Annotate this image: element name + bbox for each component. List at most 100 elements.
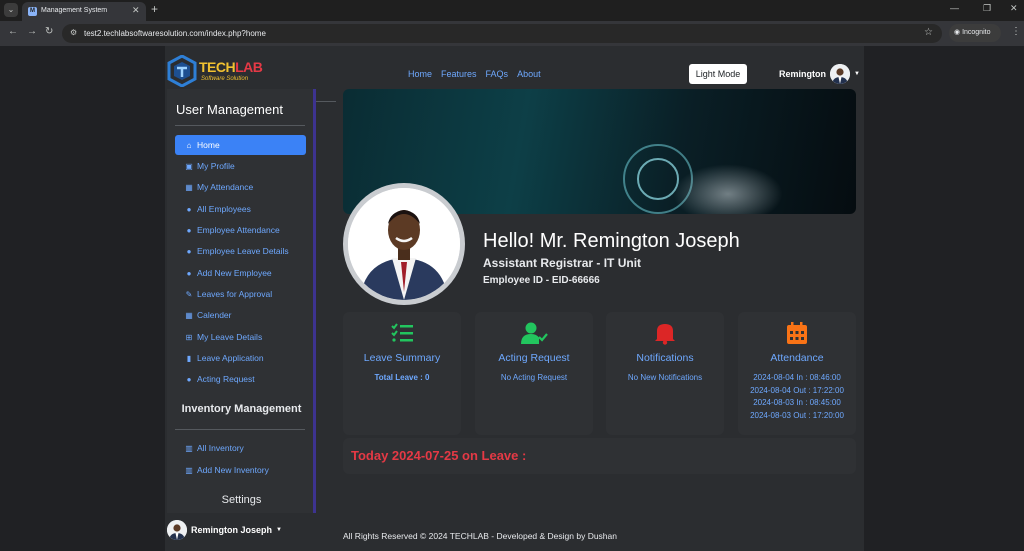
techlab-logo[interactable]: TECHLAB Software Solution — [167, 55, 263, 88]
address-bar[interactable]: ⚙ test2.techlabsoftwaresolution.com/inde… — [62, 24, 942, 43]
bell-icon — [655, 324, 675, 345]
sidebar-item-label: Calender — [197, 310, 232, 320]
attendance-entry: 2024-08-04 In : 08:46:00 — [753, 373, 841, 382]
browser-menu-icon[interactable]: ⋮ — [1011, 26, 1021, 37]
logo-tagline: Software Solution — [201, 76, 249, 82]
sidebar-item-my-leave-details[interactable]: ⊞ My Leave Details — [175, 327, 306, 347]
card-text: No Acting Request — [500, 373, 568, 382]
tab-search-button[interactable]: ⌄ — [4, 3, 18, 17]
banner-decoration — [673, 164, 783, 214]
card-title: Acting Request — [498, 352, 570, 364]
chevron-down-icon: ▼ — [276, 527, 282, 533]
incognito-icon: ◉ — [954, 29, 961, 36]
building-icon: ▥ — [185, 443, 193, 453]
sidebar-item-label: Acting Request — [197, 374, 255, 384]
greeting-heading: Hello! Mr. Remington Joseph — [483, 230, 740, 252]
card-title: Notifications — [636, 352, 694, 364]
sidebar-item-home[interactable]: ⌂ Home — [175, 135, 306, 155]
card-text: 2024-08-04 In : 08:46:00 2024-08-04 Out … — [738, 372, 856, 422]
incognito-label: Incognito — [962, 29, 991, 36]
restore-icon[interactable]: ❐ — [983, 3, 991, 14]
new-tab-button[interactable]: + — [151, 2, 158, 16]
notifications-card[interactable]: Notifications No New Notifications — [606, 312, 724, 435]
sidebar-divider — [175, 125, 305, 126]
user-name: Remington — [779, 69, 826, 79]
sidebar-user-name: Remington Joseph — [191, 525, 273, 535]
browser-tabstrip: ⌄ M Management System ✕ + — ❐ ✕ — [0, 0, 1024, 21]
file-icon: ▮ — [186, 353, 192, 363]
browser-tab[interactable]: M Management System ✕ — [22, 2, 146, 21]
attendance-card[interactable]: Attendance 2024-08-04 In : 08:46:00 2024… — [738, 312, 856, 435]
avatar — [830, 64, 850, 84]
sidebar-item-employee-attendance[interactable]: ● Employee Attendance — [175, 220, 306, 240]
id-card-icon: ▣ — [185, 161, 193, 171]
logo-accent-text: LAB — [235, 59, 263, 75]
home-icon: ⌂ — [186, 140, 192, 150]
nav-links: Home Features FAQs About — [408, 69, 541, 79]
sidebar-item-all-inventory[interactable]: ▥ All Inventory — [175, 438, 306, 458]
acting-request-card[interactable]: Acting Request No Acting Request — [475, 312, 593, 435]
sidebar-item-label: My Profile — [197, 161, 235, 171]
user-check-icon — [521, 322, 548, 344]
sidebar-item-all-employees[interactable]: ● All Employees — [175, 199, 306, 219]
sidebar-item-leave-application[interactable]: ▮ Leave Application — [175, 348, 306, 368]
avatar-image — [167, 520, 187, 540]
sidebar-item-label: Leaves for Approval — [197, 289, 273, 299]
sidebar-item-my-profile[interactable]: ▣ My Profile — [175, 156, 306, 176]
user-icon: ● — [186, 246, 192, 256]
sidebar-item-acting-request[interactable]: ● Acting Request — [175, 369, 306, 389]
sidebar-user-dropdown[interactable]: Remington Joseph ▼ — [167, 520, 282, 540]
attendance-entry: 2024-08-04 Out : 17:22:00 — [750, 385, 844, 395]
minimize-icon[interactable]: — — [950, 3, 959, 13]
attendance-entry: 2024-08-03 In : 08:45:00 — [753, 398, 841, 407]
sidebar-item-label: Home — [197, 140, 220, 150]
divider — [316, 101, 336, 102]
attendance-entry: 2024-08-03 Out : 17:20:00 — [750, 410, 844, 420]
nav-link-features[interactable]: Features — [441, 69, 477, 79]
file-edit-icon: ✎ — [185, 289, 193, 299]
card-text: No New Notifications — [627, 373, 703, 382]
sidebar-item-add-new-inventory[interactable]: ▥ Add New Inventory — [175, 460, 306, 480]
incognito-badge[interactable]: ◉ Incognito — [949, 24, 1001, 42]
tab-favicon-icon: M — [28, 7, 37, 16]
employee-id: Employee ID - EID-66666 — [483, 275, 600, 286]
back-icon[interactable]: ← — [8, 26, 18, 37]
avatar-image — [830, 64, 850, 84]
page: TECHLAB Software Solution Home Features … — [0, 46, 1024, 551]
position-title: Assistant Registrar - IT Unit — [483, 256, 642, 270]
user-dropdown[interactable]: Remington ▼ — [779, 62, 860, 86]
nav-link-about[interactable]: About — [517, 69, 541, 79]
sidebar-item-employee-leave-details[interactable]: ● Employee Leave Details — [175, 241, 306, 261]
window-close-icon[interactable]: ✕ — [1010, 3, 1018, 14]
nav-link-home[interactable]: Home — [408, 69, 432, 79]
browser-toolbar: ← → ↻ ⚙ test2.techlabsoftwaresolution.co… — [0, 21, 1024, 46]
site-info-icon[interactable]: ⚙ — [70, 28, 77, 37]
bookmark-star-icon[interactable]: ☆ — [924, 27, 933, 38]
sidebar-item-leaves-for-approval[interactable]: ✎ Leaves for Approval — [175, 284, 306, 304]
light-mode-button[interactable]: Light Mode — [689, 64, 747, 84]
leave-summary-card[interactable]: Leave Summary Total Leave : 0 — [343, 312, 461, 435]
reload-icon[interactable]: ↻ — [45, 26, 53, 37]
sidebar-divider — [175, 429, 305, 430]
sidebar-item-my-attendance[interactable]: ▦ My Attendance — [175, 177, 306, 197]
today-leave-panel: Today 2024-07-25 on Leave : — [343, 438, 856, 474]
sidebar-item-add-new-employee[interactable]: ● Add New Employee — [175, 263, 306, 283]
nav-link-faqs[interactable]: FAQs — [486, 69, 509, 79]
top-navbar: TECHLAB Software Solution Home Features … — [165, 46, 864, 89]
checklist-icon — [391, 323, 413, 342]
card-text: Total Leave : 0 — [374, 373, 430, 382]
url-text[interactable]: test2.techlabsoftwaresolution.com/index.… — [84, 29, 266, 38]
today-leave-heading: Today 2024-07-25 on Leave : — [351, 448, 527, 463]
logo-primary-text: TECH — [199, 59, 236, 75]
page-footer: All Rights Reserved © 2024 TECHLAB - Dev… — [343, 531, 617, 541]
forward-icon[interactable]: → — [27, 26, 37, 37]
sidebar-item-label: All Inventory — [197, 443, 244, 453]
tab-title: Management System — [41, 7, 108, 14]
settings-section-title: Settings — [221, 494, 262, 506]
user-gear-icon: ● — [186, 374, 192, 384]
chevron-down-icon: ▼ — [854, 71, 860, 77]
sidebar-item-calender[interactable]: ▦ Calender — [175, 305, 306, 325]
tab-close-icon[interactable]: ✕ — [132, 5, 140, 16]
sidebar-item-label: Leave Application — [197, 353, 264, 363]
logo-mark-icon — [167, 55, 197, 87]
